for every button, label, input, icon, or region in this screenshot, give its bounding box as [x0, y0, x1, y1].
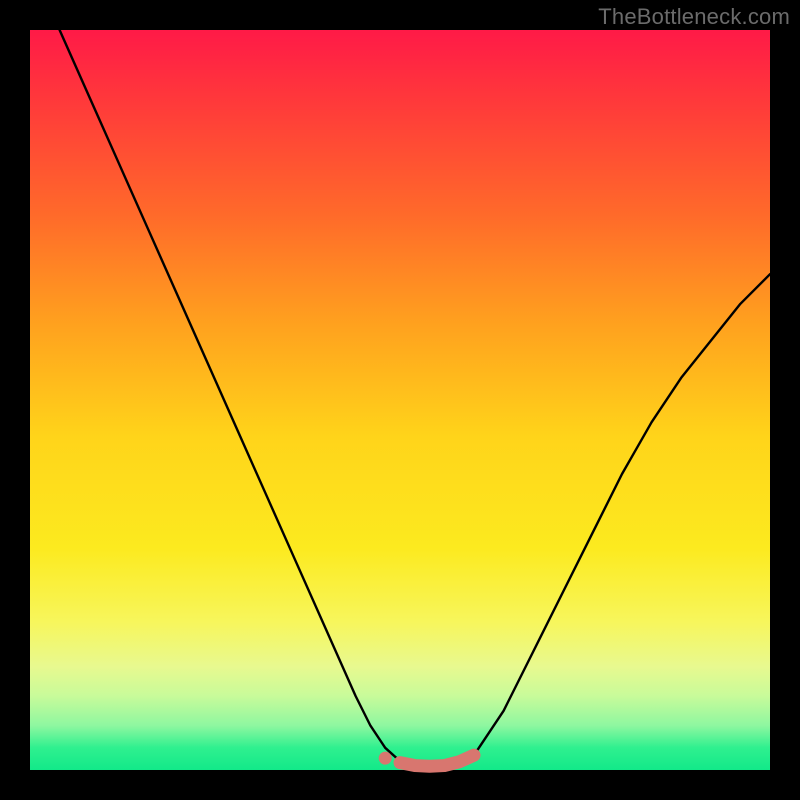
chart-frame: TheBottleneck.com [0, 0, 800, 800]
curve-line [60, 30, 770, 768]
min-point-marker [379, 752, 392, 765]
min-region-marker [400, 755, 474, 766]
watermark-label: TheBottleneck.com [598, 4, 790, 30]
bottleneck-curve-chart [0, 0, 800, 800]
